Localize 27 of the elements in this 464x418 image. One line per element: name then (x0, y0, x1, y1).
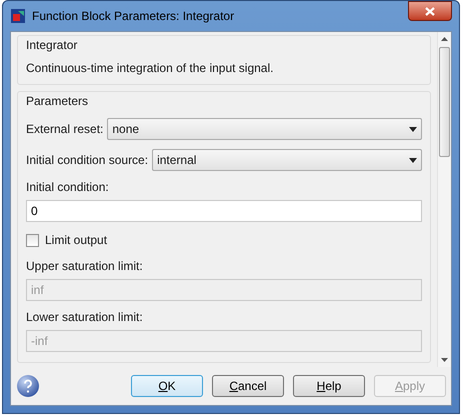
dropdown-arrow-icon (409, 158, 417, 162)
input-field[interactable]: 0 (26, 200, 422, 222)
group-title: Parameters (26, 94, 90, 109)
dialog-button[interactable]: Cancel (212, 375, 284, 397)
scrollbar[interactable] (437, 32, 451, 367)
scrollbar-thumb[interactable] (439, 47, 450, 157)
window-title: Function Block Parameters: Integrator (32, 8, 236, 24)
field-label: Initial condition: (26, 180, 110, 195)
dropdown[interactable]: none (107, 118, 422, 140)
checkbox-label: Limit output (45, 233, 108, 248)
dialog-button[interactable]: Help (293, 375, 365, 397)
group-title: Integrator (26, 38, 78, 53)
help-icon[interactable] (16, 374, 40, 398)
scroll-up-icon[interactable] (441, 37, 448, 41)
field-label: Initial condition source: (26, 152, 148, 168)
field-label: External reset: (26, 122, 104, 136)
scroll-down-icon[interactable] (441, 358, 448, 362)
field-label: Lower saturation limit: (26, 310, 144, 325)
close-icon (425, 6, 435, 16)
dialog-button[interactable]: OK (131, 375, 203, 397)
app-icon (10, 8, 26, 24)
description-text: Continuous-time integration of the input signal. (26, 61, 274, 76)
field-label: Upper saturation limit: (26, 259, 144, 274)
checkbox[interactable] (26, 234, 39, 247)
close-button[interactable] (408, 1, 452, 21)
dropdown[interactable]: internal (152, 149, 422, 171)
dropdown-arrow-icon (409, 126, 417, 132)
